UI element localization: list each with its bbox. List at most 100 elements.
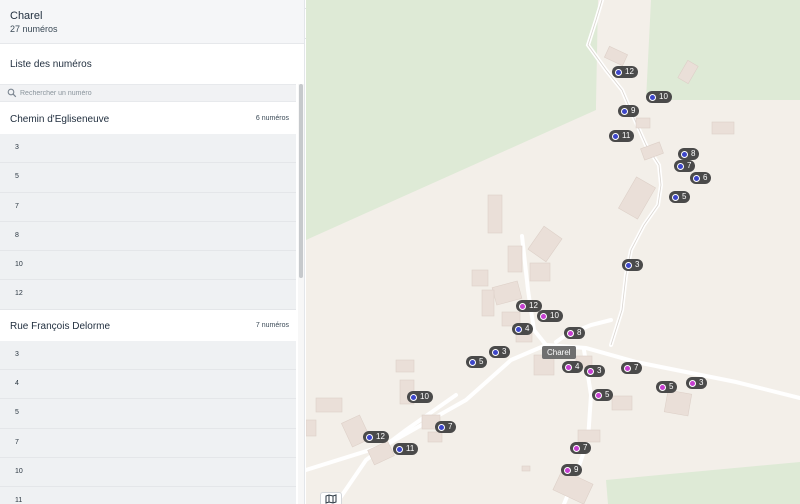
numero-list-item[interactable]: 10 — [0, 457, 296, 488]
pin-dot — [410, 393, 417, 401]
numero-list-item[interactable]: 8 — [0, 221, 296, 252]
address-pin[interactable]: 5 — [656, 381, 678, 393]
address-pin[interactable]: 5 — [669, 191, 691, 203]
numero-label: 7 — [15, 438, 19, 446]
voie-header[interactable]: Rue François Delorme 7 numéros — [0, 309, 296, 341]
address-pin[interactable]: 3 — [622, 259, 644, 271]
address-pin[interactable]: 3 — [686, 377, 708, 389]
address-pin[interactable]: 12 — [516, 300, 542, 312]
map[interactable]: 12 10 9 11 8 7 6 5 3 12 10 4 8 3 5 4 3 7 5 3 5 10 7 12 11 7 9 Char… — [306, 0, 800, 504]
search-input[interactable] — [20, 87, 290, 100]
pin-dot — [492, 348, 499, 356]
numero-list-item[interactable]: 7 — [0, 192, 296, 222]
address-pin[interactable]: 10 — [646, 91, 672, 103]
pin-label: 3 — [502, 347, 507, 356]
voie-number-count: 6 numéros — [255, 115, 289, 122]
numero-label: 5 — [15, 409, 19, 417]
pin-label: 8 — [691, 149, 696, 158]
pin-label: 4 — [575, 362, 580, 371]
voie-header[interactable]: Chemin d'Egliseneuve 6 numéros — [0, 103, 296, 134]
pin-label: 12 — [529, 301, 538, 310]
pin-dot — [621, 107, 628, 115]
numero-list-item[interactable]: 7 — [0, 428, 296, 458]
locality-label: Charel — [542, 346, 576, 359]
address-pin[interactable]: 4 — [562, 361, 584, 373]
pin-dot — [564, 466, 571, 474]
pin-dot — [649, 93, 656, 101]
pin-dot — [615, 68, 622, 76]
address-pin[interactable]: 12 — [612, 66, 638, 78]
address-pin[interactable]: 9 — [561, 464, 583, 476]
pin-label: 7 — [583, 443, 588, 452]
scrollbar[interactable] — [298, 84, 304, 504]
pin-dot — [565, 363, 572, 371]
numero-list-item[interactable]: 10 — [0, 251, 296, 281]
numero-list-item[interactable]: 5 — [0, 163, 296, 193]
pin-dot — [693, 174, 700, 182]
numero-list-item[interactable]: 3 — [0, 340, 296, 371]
pin-dot — [672, 193, 679, 201]
pin-dot — [469, 358, 476, 366]
address-pin[interactable]: 8 — [564, 327, 586, 339]
commune-header: Charel 27 numéros — [0, 0, 304, 44]
pin-label: 7 — [687, 161, 692, 170]
address-pin[interactable]: 11 — [609, 130, 635, 142]
address-pin[interactable]: 3 — [489, 346, 511, 358]
pin-label: 4 — [525, 324, 530, 333]
pin-label: 8 — [577, 328, 582, 337]
pin-dot — [681, 150, 688, 158]
list-title: Liste des numéros — [10, 59, 92, 70]
numero-label: 12 — [15, 290, 23, 298]
pin-label: 3 — [635, 260, 640, 269]
address-pin[interactable]: 7 — [621, 362, 643, 374]
pin-dot — [689, 379, 696, 387]
commune-address-count: 27 numéros — [10, 24, 58, 34]
address-pin[interactable]: 10 — [537, 310, 563, 322]
pin-label: 3 — [699, 378, 704, 387]
address-pin[interactable]: 6 — [690, 172, 712, 184]
map-background — [306, 0, 800, 504]
numero-list-item[interactable]: 3 — [0, 134, 296, 164]
numero-list-item[interactable]: 5 — [0, 399, 296, 429]
search-box — [0, 84, 296, 102]
pin-dot — [625, 261, 632, 269]
pin-dot — [573, 444, 580, 452]
address-pin[interactable]: 8 — [678, 148, 700, 160]
address-pin[interactable]: 5 — [466, 356, 488, 368]
address-pin[interactable]: 9 — [618, 105, 640, 117]
address-pin[interactable]: 12 — [363, 431, 389, 443]
voie-number-count: 7 numéros — [255, 321, 289, 329]
address-pin[interactable]: 7 — [674, 160, 696, 172]
pin-dot — [677, 162, 684, 170]
numero-list-item[interactable]: 4 — [0, 370, 296, 400]
address-pin[interactable]: 7 — [570, 442, 592, 454]
numero-list-item[interactable]: 12 — [0, 280, 296, 310]
sidebar: Charel 27 numéros Liste des numéros Chem… — [0, 0, 305, 504]
address-pin[interactable]: 3 — [584, 365, 606, 377]
pin-label: 11 — [622, 131, 631, 140]
pin-label: 5 — [605, 390, 610, 399]
pin-dot — [396, 445, 403, 453]
address-pin[interactable]: 4 — [512, 323, 534, 335]
pin-dot — [659, 383, 666, 391]
scrollbar-thumb[interactable] — [299, 84, 303, 278]
search-icon — [7, 88, 17, 98]
map-style-button[interactable] — [320, 492, 342, 504]
pin-label: 9 — [574, 465, 579, 474]
numero-label: 11 — [15, 497, 23, 504]
address-pin[interactable]: 11 — [393, 443, 419, 455]
address-pin[interactable]: 5 — [592, 389, 614, 401]
numero-label: 4 — [15, 380, 19, 388]
numero-label: 5 — [15, 173, 19, 181]
pin-label: 9 — [631, 106, 636, 115]
pin-dot — [567, 329, 574, 337]
pin-label: 11 — [406, 444, 415, 453]
pin-dot — [587, 367, 594, 375]
commune-name: Charel — [10, 10, 43, 22]
address-pin[interactable]: 10 — [407, 391, 433, 403]
numero-label: 3 — [15, 144, 19, 151]
numero-label: 8 — [15, 231, 19, 239]
numero-list-item[interactable]: 11 — [0, 487, 296, 504]
address-pin[interactable]: 7 — [435, 421, 457, 433]
pin-dot — [540, 312, 547, 320]
